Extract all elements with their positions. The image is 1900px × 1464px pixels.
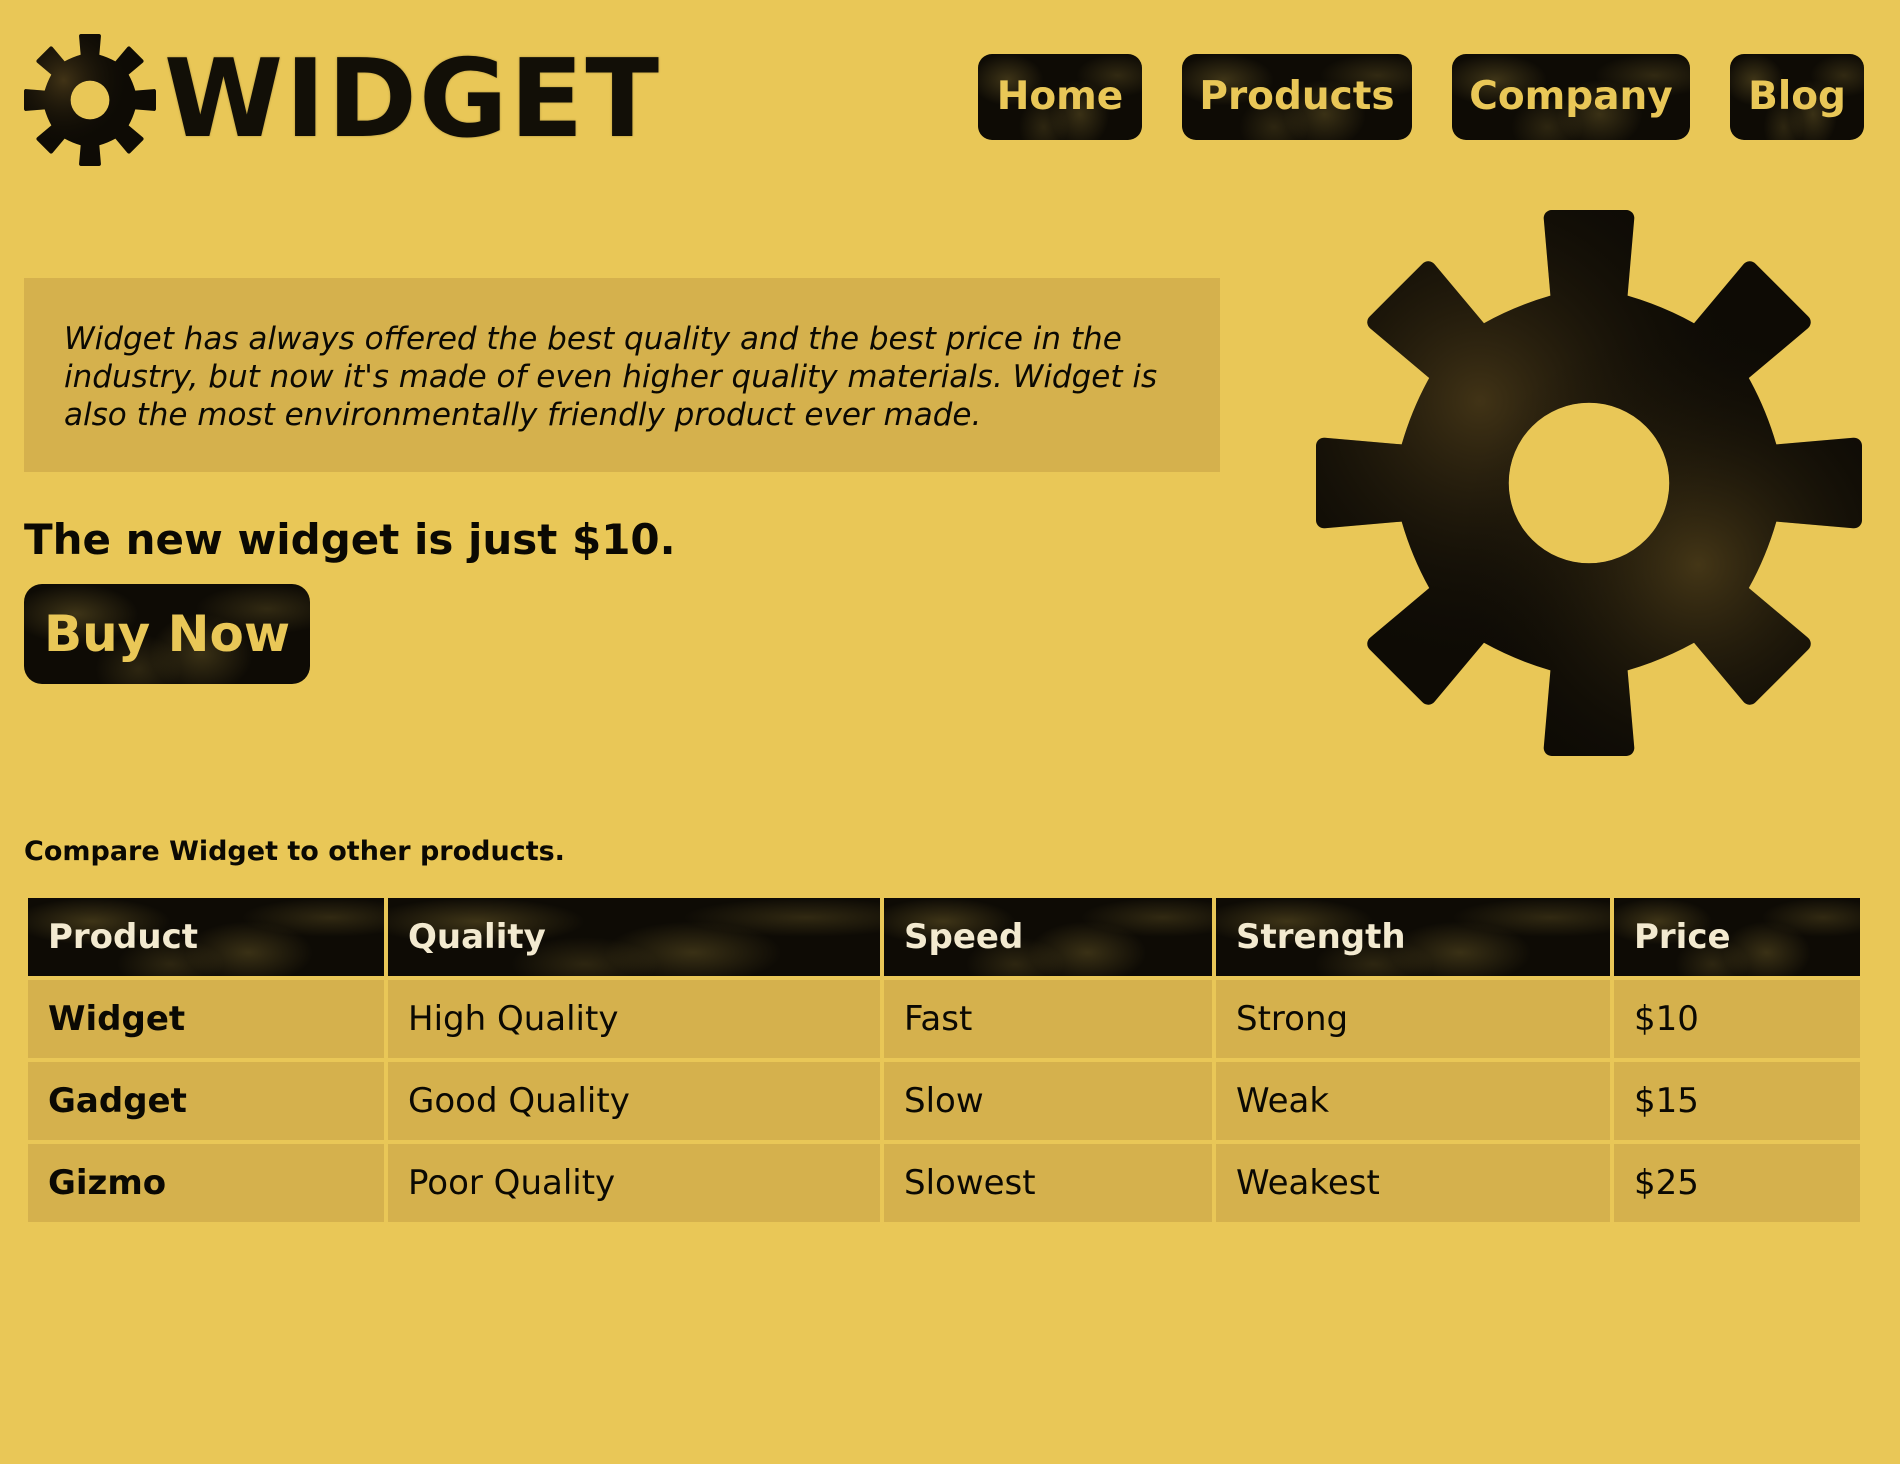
column-header-quality: Quality bbox=[388, 898, 880, 976]
comparison-caption: Compare Widget to other products. bbox=[24, 836, 565, 867]
brand-logo[interactable]: WIDGET bbox=[24, 34, 661, 166]
product-name-cell: Gizmo bbox=[28, 1144, 384, 1222]
price-heading: The new widget is just $10. bbox=[24, 515, 676, 564]
gear-icon bbox=[24, 34, 156, 166]
table-row: Widget High Quality Fast Strong $10 bbox=[28, 980, 1860, 1058]
gear-icon bbox=[1316, 210, 1862, 756]
strength-cell: Strong bbox=[1216, 980, 1610, 1058]
quality-cell: Good Quality bbox=[388, 1062, 880, 1140]
strength-cell: Weakest bbox=[1216, 1144, 1610, 1222]
quality-cell: Poor Quality bbox=[388, 1144, 880, 1222]
table-row: Gadget Good Quality Slow Weak $15 bbox=[28, 1062, 1860, 1140]
table-header-row: Product Quality Speed Strength Price bbox=[28, 898, 1860, 976]
quality-cell: High Quality bbox=[388, 980, 880, 1058]
brand-name: WIDGET bbox=[164, 37, 662, 162]
main-nav: Home Products Company Blog bbox=[978, 54, 1864, 140]
table-row: Gizmo Poor Quality Slowest Weakest $25 bbox=[28, 1144, 1860, 1222]
nav-home[interactable]: Home bbox=[978, 54, 1142, 140]
comparison-table: Product Quality Speed Strength Price Wid… bbox=[24, 894, 1864, 1226]
speed-cell: Slow bbox=[884, 1062, 1212, 1140]
price-cell: $15 bbox=[1614, 1062, 1860, 1140]
column-header-product: Product bbox=[28, 898, 384, 976]
speed-cell: Slowest bbox=[884, 1144, 1212, 1222]
nav-products[interactable]: Products bbox=[1182, 54, 1412, 140]
strength-cell: Weak bbox=[1216, 1062, 1610, 1140]
speed-cell: Fast bbox=[884, 980, 1212, 1058]
column-header-speed: Speed bbox=[884, 898, 1212, 976]
column-header-strength: Strength bbox=[1216, 898, 1610, 976]
nav-company[interactable]: Company bbox=[1452, 54, 1690, 140]
product-name-cell: Gadget bbox=[28, 1062, 384, 1140]
buy-now-button[interactable]: Buy Now bbox=[24, 584, 310, 684]
column-header-price: Price bbox=[1614, 898, 1860, 976]
price-cell: $10 bbox=[1614, 980, 1860, 1058]
nav-blog[interactable]: Blog bbox=[1730, 54, 1864, 140]
intro-text: Widget has always offered the best quali… bbox=[64, 321, 1158, 433]
intro-panel: Widget has always offered the best quali… bbox=[24, 278, 1220, 472]
product-name-cell: Widget bbox=[28, 980, 384, 1058]
price-cell: $25 bbox=[1614, 1144, 1860, 1222]
